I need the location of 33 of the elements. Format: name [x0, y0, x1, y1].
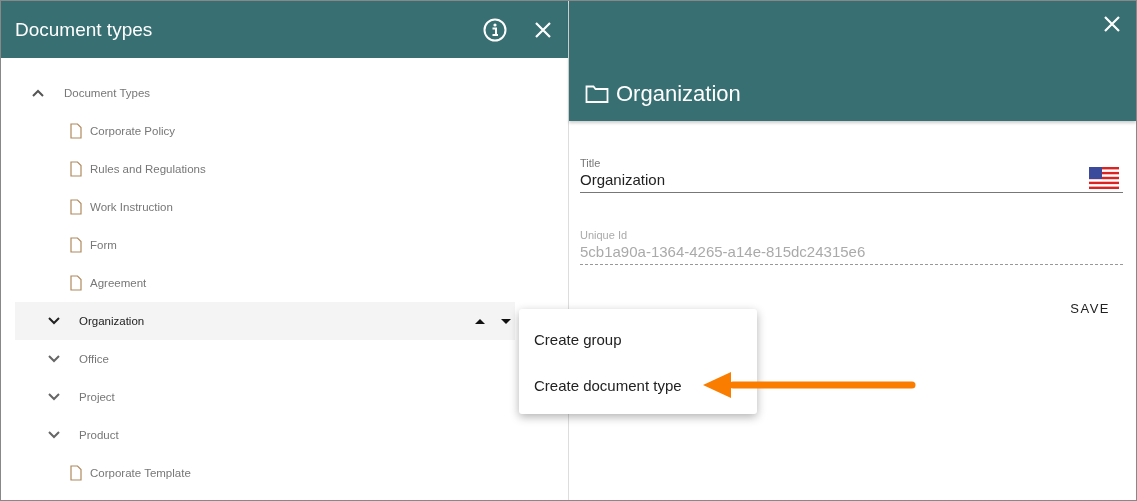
flag-icon[interactable] — [1089, 167, 1119, 189]
move-down-icon[interactable] — [501, 318, 511, 324]
chevron-icon[interactable] — [31, 88, 45, 98]
tree-item[interactable]: Agreement — [15, 264, 515, 302]
info-icon[interactable] — [483, 17, 507, 42]
input-field: Unique Id 5cb1a90a-1364-4265-a14e-815dc24315e6 — [580, 229, 1123, 265]
text-button[interactable]: SAVE — [1057, 297, 1123, 320]
chevron-icon[interactable] — [47, 316, 61, 326]
tree-item[interactable]: Organization — [15, 302, 515, 340]
panel-title: Document types — [15, 18, 154, 41]
input-field[interactable]: Title Organization — [580, 157, 1123, 193]
tree-item[interactable]: Rules and Regulations — [15, 150, 515, 188]
tree-item[interactable]: Project — [15, 378, 515, 416]
tree-item[interactable]: Form — [15, 226, 515, 264]
document-icon — [70, 237, 82, 253]
tree-item[interactable]: Corporate Policy — [15, 112, 515, 150]
tree-item[interactable]: Product — [15, 416, 515, 454]
close-icon[interactable] — [1104, 16, 1120, 32]
folder-icon — [585, 84, 609, 104]
menu-item[interactable]: Create group — [519, 316, 757, 362]
tree-item[interactable]: Office — [15, 340, 515, 378]
tree-item[interactable]: Document Types — [15, 74, 515, 112]
document-icon — [70, 465, 82, 481]
close-icon[interactable] — [535, 21, 551, 38]
move-up-icon[interactable] — [475, 318, 485, 324]
panel-title: Organization — [616, 81, 741, 107]
document-icon — [70, 161, 82, 177]
document-icon — [70, 123, 82, 139]
document-icon — [70, 199, 82, 215]
tree-item[interactable]: Corporate Template — [15, 454, 515, 492]
tree-item[interactable]: Work Instruction — [15, 188, 515, 226]
menu-item[interactable]: Create document type — [519, 362, 757, 408]
document-icon — [70, 275, 82, 291]
